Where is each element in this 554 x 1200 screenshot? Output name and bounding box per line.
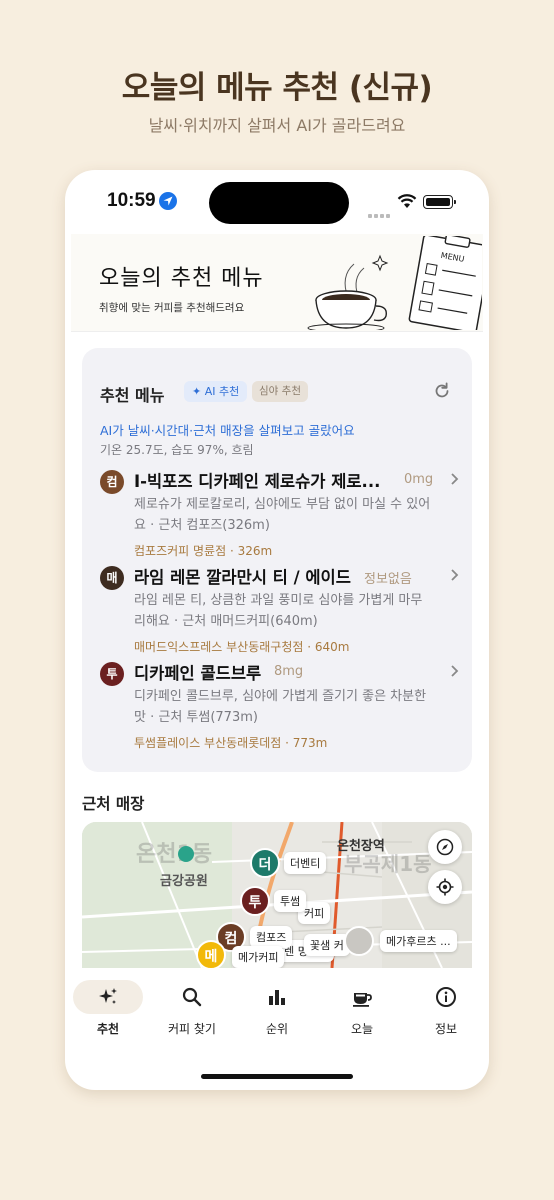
weather-info: 기온 25.7도, 습도 97%, 흐림 (100, 443, 254, 457)
recommend-item[interactable]: 매 라임 레몬 깔라만시 티 / 에이드 정보없음 라임 레몬 티, 상큼한 과… (100, 564, 460, 654)
info-icon (436, 987, 456, 1007)
night-recommend-chip[interactable]: 심야 추천 (252, 381, 308, 402)
item-store: 컴포즈커피 명륜점 · 326m (134, 544, 273, 558)
wifi-icon (397, 194, 417, 208)
item-caffeine: 8mg (274, 664, 304, 679)
map-station-label: 온천장역 (337, 839, 385, 854)
phone-frame: 10:59 오늘의 추천 메뉴 취향에 맞는 커피를 추천해드려요 MENU 추… (65, 170, 489, 1090)
recommend-banner: 오늘의 추천 메뉴 취향에 맞는 커피를 추천해드려요 MENU (71, 234, 483, 332)
sparkle-icon: ✦ (192, 385, 202, 398)
map-pin[interactable]: 투 (240, 886, 270, 916)
home-indicator (201, 1074, 353, 1079)
map-store-tag[interactable]: 꽃샘 커 (304, 934, 350, 956)
compass-button[interactable] (428, 830, 462, 864)
recommend-item[interactable]: 컴 I-빅포즈 디카페인 제로슈가 제로... 0mg 제로슈가 제로칼로리, … (100, 468, 460, 558)
banner-subtitle: 취향에 맞는 커피를 추천해드려요 (99, 302, 245, 314)
recommend-header: 추천 메뉴 ✦ AI 추천 심야 추천 (100, 380, 458, 405)
nearby-map[interactable]: 온천1동 부곡제1동 온천장역 금강공원 배렌 명륜점 커피 꽃샘 커 메가후르… (82, 822, 472, 968)
recommend-item[interactable]: 투 디카페인 콜드브루 8mg 디카페인 콜드브루, 심야에 가볍게 즐기기 좋… (100, 660, 460, 750)
refresh-icon[interactable] (432, 381, 452, 401)
tab-info[interactable]: 정보 (411, 980, 481, 1040)
my-location-button[interactable] (428, 870, 462, 904)
item-caffeine: 0mg (404, 472, 434, 487)
battery-icon (423, 195, 456, 209)
banner-title: 오늘의 추천 메뉴 (99, 266, 264, 291)
menu-board-illustration: MENU (307, 236, 482, 330)
cellular-signal-icon (368, 203, 392, 222)
tab-label: 추천 (96, 1022, 120, 1036)
recommend-card: 추천 메뉴 ✦ AI 추천 심야 추천 AI가 날씨·시간대·근처 매장을 살펴… (82, 348, 472, 772)
map-pin-label[interactable]: 컴포즈 (250, 926, 293, 948)
map-pin-label[interactable]: 메가커피 (232, 946, 285, 968)
item-description: 디카페인 콜드브루, 심야에 가볍게 즐기기 좋은 차분한 맛 · 근처 투썸(… (134, 689, 427, 725)
promo-title: 오늘의 메뉴 추천 (신규) (121, 70, 433, 106)
bar-chart-icon (269, 990, 285, 1005)
map-pin-label[interactable]: 더벤티 (284, 852, 327, 874)
coffee-cup-marker-icon[interactable] (344, 926, 374, 956)
nearby-title: 근처 매장 (82, 795, 145, 813)
map-label-faded: 온천1동 (136, 842, 213, 867)
coffee-cup-icon (353, 993, 372, 1007)
chevron-right-icon (451, 569, 459, 581)
item-caffeine: 정보없음 (364, 572, 412, 587)
promo-subtitle: 날씨·위치까지 살펴서 AI가 골라드려요 (148, 116, 406, 135)
map-pin[interactable]: 메 (196, 940, 226, 968)
map-park-label: 금강공원 (160, 874, 208, 889)
item-name: 디카페인 콜드브루 (134, 664, 262, 683)
tab-recommend[interactable]: 추천 (73, 980, 143, 1040)
tab-label: 정보 (434, 1022, 458, 1036)
item-description: 라임 레몬 티, 상큼한 과일 풍미로 심야를 가볍게 마무리해요 · 근처 매… (134, 593, 423, 629)
bottom-tab-bar: 추천 커피 찾기 순위 오늘 정보 (65, 972, 489, 1052)
tab-ranking[interactable]: 순위 (242, 980, 312, 1040)
item-description: 제로슈가 제로칼로리, 심야에도 부담 없이 마실 수 있어요 · 근처 컴포즈… (134, 497, 431, 533)
dynamic-island (209, 182, 349, 224)
tab-label: 순위 (265, 1022, 289, 1036)
ai-note: AI가 날씨·시간대·근처 매장을 살펴보고 골랐어요 (100, 423, 355, 438)
sparkle-icon (99, 988, 117, 1004)
map-store-tag[interactable]: 메가후르츠 ... (380, 930, 457, 952)
store-avatar: 매 (100, 566, 124, 590)
tab-today[interactable]: 오늘 (327, 980, 397, 1040)
recommend-title: 추천 메뉴 (100, 386, 165, 405)
item-store: 매머드익스프레스 부산동래구청점 · 640m (134, 640, 350, 654)
park-marker-icon (178, 846, 194, 862)
status-time: 10:59 (107, 190, 156, 211)
map-pin-label[interactable]: 투썸 (274, 890, 307, 912)
status-bar: 10:59 (65, 170, 489, 232)
store-avatar: 컴 (100, 470, 124, 494)
chevron-right-icon (451, 473, 459, 485)
compass-icon (436, 838, 454, 856)
ai-recommend-chip[interactable]: ✦ AI 추천 (184, 381, 248, 402)
item-name: I-빅포즈 디카페인 제로슈가 제로... (134, 472, 381, 491)
item-name: 라임 레몬 깔라만시 티 / 에이드 (134, 568, 351, 587)
item-store: 투썸플레이스 부산동래롯데점 · 773m (134, 736, 328, 750)
ai-chip-label: AI 추천 (204, 385, 240, 398)
tab-label: 커피 찾기 (168, 1022, 216, 1036)
tab-label: 오늘 (350, 1022, 374, 1036)
chevron-right-icon (451, 665, 459, 677)
search-icon (182, 987, 202, 1007)
location-arrow-icon (159, 192, 177, 210)
crosshair-icon (436, 878, 454, 896)
tab-find-coffee[interactable]: 커피 찾기 (157, 980, 227, 1040)
map-pin[interactable]: 더 (250, 848, 280, 878)
store-avatar: 투 (100, 662, 124, 686)
